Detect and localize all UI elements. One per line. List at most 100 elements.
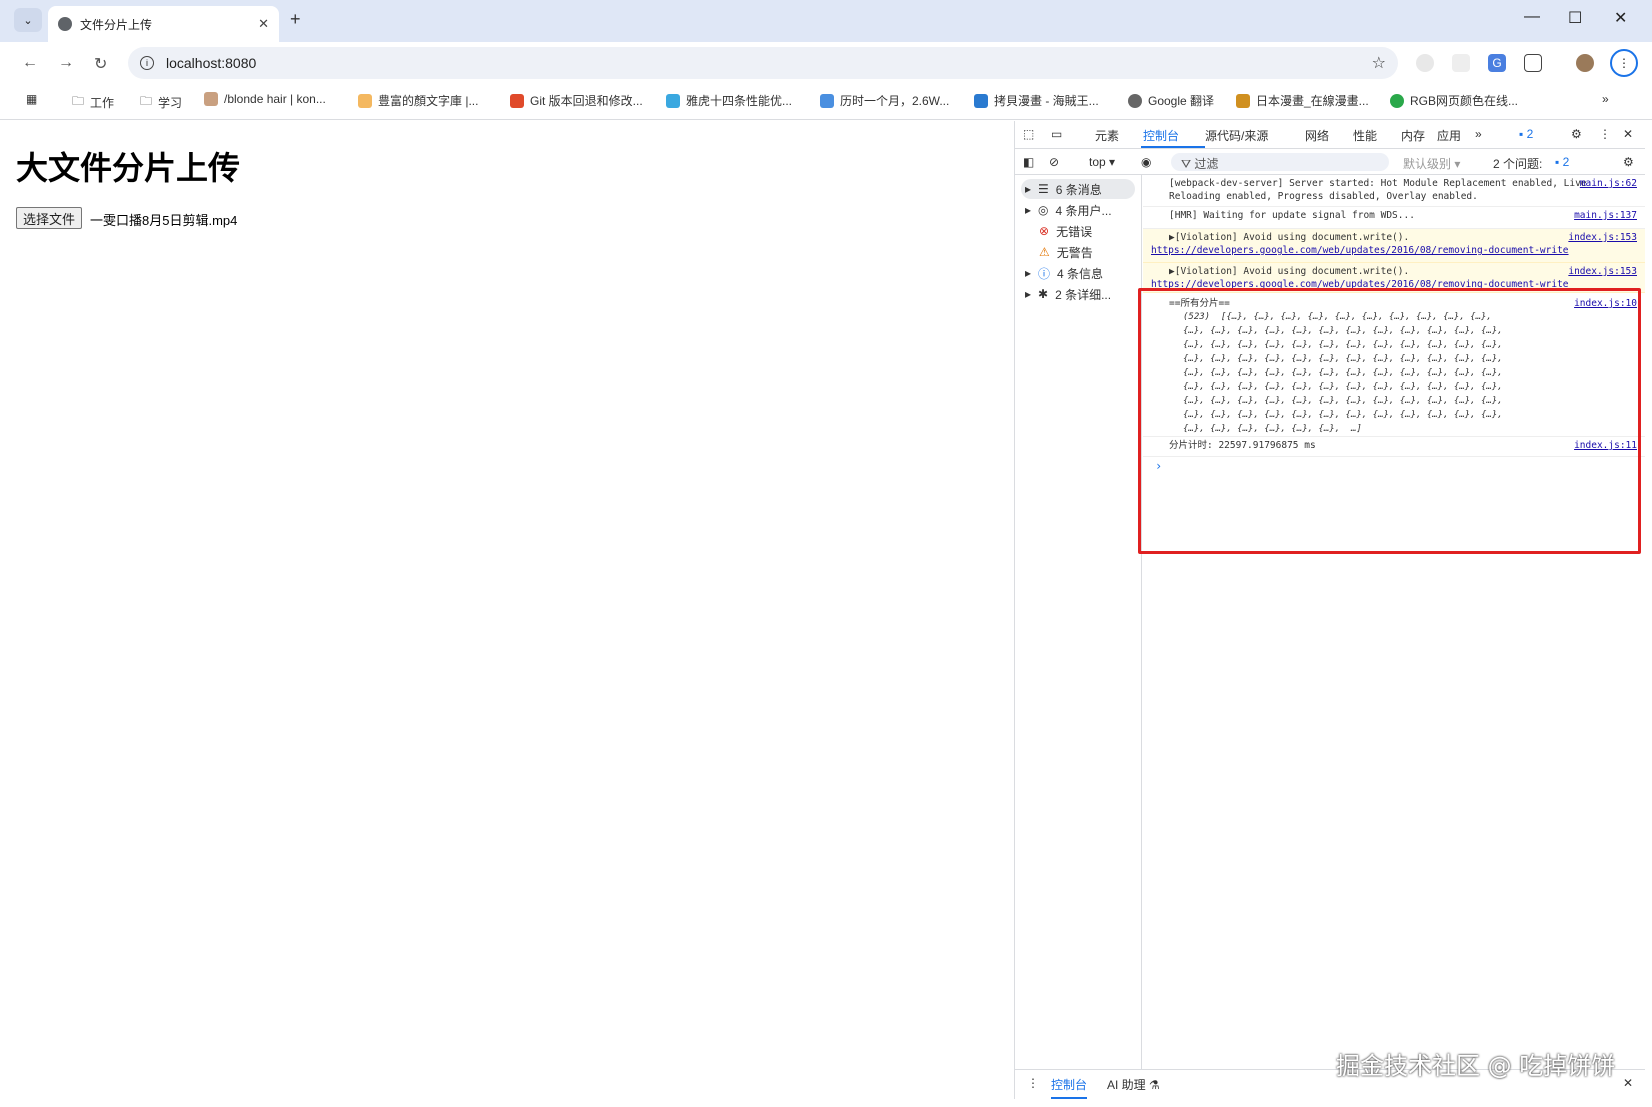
inspect-icon[interactable]: ⬚ <box>1023 127 1034 141</box>
close-tab-icon[interactable]: ✕ <box>258 16 269 32</box>
close-window-icon[interactable]: ✕ <box>1614 8 1627 28</box>
source-link[interactable]: index.js:153 <box>1568 231 1637 244</box>
bookmark-item[interactable]: 历时一个月，2.6W... <box>820 92 949 109</box>
bookmark-item[interactable]: 拷貝漫畫 - 海賊王... <box>974 92 1099 109</box>
bookmark-item[interactable]: 豊富的顏文字庫 |... <box>358 92 478 109</box>
devtools-tabs: ⬚ ▭ 元素 控制台 源代码/来源 网络 性能 内存 应用 » ▪ 2 ⚙ ⋮ … <box>1015 121 1645 149</box>
sidebar-item-errors[interactable]: ⊗ 无错误 <box>1039 221 1092 241</box>
active-tab-indicator <box>1141 146 1205 148</box>
drawer-tab-console[interactable]: 控制台 <box>1051 1076 1088 1099</box>
bookmark-item[interactable]: /blonde hair | kon... <box>204 92 326 106</box>
filter-input[interactable]: ⛛ 过滤 <box>1171 153 1389 171</box>
apps-icon[interactable]: ▦ <box>26 92 37 106</box>
tab-sources[interactable]: 源代码/来源 <box>1205 127 1268 144</box>
console-settings-icon[interactable]: ⚙ <box>1623 155 1634 169</box>
minimize-icon[interactable]: — <box>1524 8 1540 26</box>
source-link[interactable]: main.js:137 <box>1574 209 1637 222</box>
sidebar-item-info[interactable]: ▸ ⓘ 4 条信息 <box>1025 263 1103 283</box>
issues-badge[interactable]: ▪ 2 <box>1519 127 1533 141</box>
page-viewport: 大文件分片上传 选择文件 一雯口播8月5日剪辑.mp4 <box>8 121 1014 1099</box>
tab-elements[interactable]: 元素 <box>1095 127 1119 144</box>
console-sidebar: ▸ ☰ 6 条消息 ▸ ◎ 4 条用户... ⊗ 无错误 ⚠ 无警告 ▸ ⓘ 4 条信息 ▸ ✱ 2… <box>1015 175 1142 1069</box>
browser-tab[interactable]: 文件分片上传 ✕ <box>48 6 279 42</box>
favicon-icon <box>1128 93 1142 108</box>
favicon-icon <box>358 93 372 108</box>
eye-icon[interactable]: ◉ <box>1141 155 1151 169</box>
source-link[interactable]: main.js:62 <box>1580 177 1637 190</box>
sidebar-item-user[interactable]: ▸ ◎ 4 条用户... <box>1025 200 1112 220</box>
user-icon: ◎ <box>1038 203 1049 217</box>
extension-icon[interactable] <box>1452 54 1470 72</box>
caret-icon: ▸ <box>1025 266 1032 280</box>
drawer-menu-icon[interactable]: ⋮ <box>1027 1076 1039 1090</box>
translate-icon[interactable]: G <box>1488 54 1506 72</box>
issues-text: 2 个问题: <box>1493 157 1543 171</box>
bookmark-item[interactable]: Git 版本回退和修改... <box>510 92 643 109</box>
tab-search-button[interactable]: ⌄ <box>14 8 42 32</box>
folder-icon: 🗀 <box>140 94 153 108</box>
sidebar-item-warnings[interactable]: ⚠ 无警告 <box>1039 242 1093 262</box>
reload-icon[interactable]: ↻ <box>94 54 107 74</box>
tab-network[interactable]: 网络 <box>1305 127 1329 144</box>
bug-icon: ✱ <box>1038 287 1049 301</box>
page-title: 大文件分片上传 <box>16 149 241 187</box>
issues-count[interactable]: ▪ 2 <box>1555 155 1569 169</box>
bookmark-folder[interactable]: 🗀 学习 <box>140 92 182 113</box>
tab-console[interactable]: 控制台 <box>1143 127 1179 144</box>
menu-icon[interactable]: ⋮ <box>1610 49 1638 77</box>
forward-icon[interactable]: → <box>58 54 74 72</box>
browser-window: ⌄ 文件分片上传 ✕ + — ☐ ✕ ← → ↻ i localhost:808… <box>0 0 1652 1107</box>
settings-icon[interactable]: ⚙ <box>1571 127 1582 141</box>
bookmark-folder[interactable]: 🗀 工作 <box>72 92 114 113</box>
tab-title: 文件分片上传 <box>80 17 153 32</box>
tab-application[interactable]: 应用 <box>1437 127 1461 144</box>
file-name: 一雯口播8月5日剪辑.mp4 <box>90 213 238 228</box>
sidebar-item-verbose[interactable]: ▸ ✱ 2 条详细... <box>1025 284 1111 304</box>
source-link[interactable]: index.js:153 <box>1568 265 1637 278</box>
more-bookmarks-icon[interactable]: » <box>1602 92 1609 106</box>
address-bar[interactable]: i localhost:8080 ☆ <box>128 47 1398 79</box>
close-devtools-icon[interactable]: ✕ <box>1623 127 1633 141</box>
bookmark-item[interactable]: 雅虎十四条性能优... <box>666 92 792 109</box>
error-icon: ⊗ <box>1039 224 1050 238</box>
back-icon[interactable]: ← <box>22 54 38 72</box>
avatar[interactable] <box>1576 54 1594 72</box>
tab-memory[interactable]: 内存 <box>1401 127 1425 144</box>
info-icon: ⓘ <box>1038 266 1051 281</box>
context-select[interactable]: top ▾ <box>1089 155 1115 169</box>
close-drawer-icon[interactable]: ✕ <box>1623 1076 1633 1090</box>
caret-icon: ▸ <box>1025 182 1032 196</box>
maximize-icon[interactable]: ☐ <box>1568 8 1582 28</box>
favicon-icon <box>820 93 834 108</box>
caret-icon: ▸ <box>1025 287 1032 301</box>
site-info-icon[interactable]: i <box>140 56 154 70</box>
extensions-puzzle-icon[interactable] <box>1524 54 1542 72</box>
warning-icon: ⚠ <box>1039 245 1050 259</box>
more-options-icon[interactable]: ⋮ <box>1599 127 1611 141</box>
drawer-tab-ai[interactable]: AI 助理 ⚗ <box>1107 1076 1160 1093</box>
bookmark-star-icon[interactable]: ☆ <box>1372 53 1386 73</box>
toolbar: ← → ↻ i localhost:8080 ☆ G ⋮ <box>0 42 1652 84</box>
devtools-panel: ⬚ ▭ 元素 控制台 源代码/来源 网络 性能 内存 应用 » ▪ 2 ⚙ ⋮ … <box>1014 121 1645 1099</box>
more-tabs-icon[interactable]: » <box>1475 127 1482 141</box>
choose-file-button[interactable]: 选择文件 <box>16 207 83 229</box>
favicon-icon <box>204 92 218 106</box>
doc-link[interactable]: https://developers.google.com/web/update… <box>1151 244 1639 257</box>
new-tab-button[interactable]: + <box>290 9 301 30</box>
globe-icon <box>58 17 72 31</box>
violation-message[interactable]: ▶[Violation] Avoid using document.write(… <box>1143 229 1645 263</box>
bookmarks-bar: ▦ 🗀 工作 🗀 学习 /blonde hair | kon... 豊富的顏文字庫 … <box>0 84 1652 120</box>
log-level-select[interactable]: 默认级别 ▾ <box>1403 155 1460 172</box>
tab-performance[interactable]: 性能 <box>1353 127 1377 144</box>
bookmark-item[interactable]: 日本漫畫_在線漫畫... <box>1236 92 1369 109</box>
favicon-icon <box>1236 93 1250 108</box>
bookmark-item[interactable]: Google 翻译 <box>1128 92 1214 109</box>
sidebar-toggle-icon[interactable]: ◧ <box>1023 155 1034 169</box>
sidebar-item-messages[interactable]: ▸ ☰ 6 条消息 <box>1021 179 1135 199</box>
device-toolbar-icon[interactable]: ▭ <box>1051 127 1062 141</box>
extension-icon[interactable] <box>1416 54 1434 72</box>
watermark: 掘金技术社区 @ 吃掉饼饼 <box>1336 1052 1616 1080</box>
favicon-icon <box>666 93 680 108</box>
clear-console-icon[interactable]: ⊘ <box>1049 155 1059 169</box>
bookmark-item[interactable]: RGB网页颜色在线... <box>1390 92 1518 109</box>
